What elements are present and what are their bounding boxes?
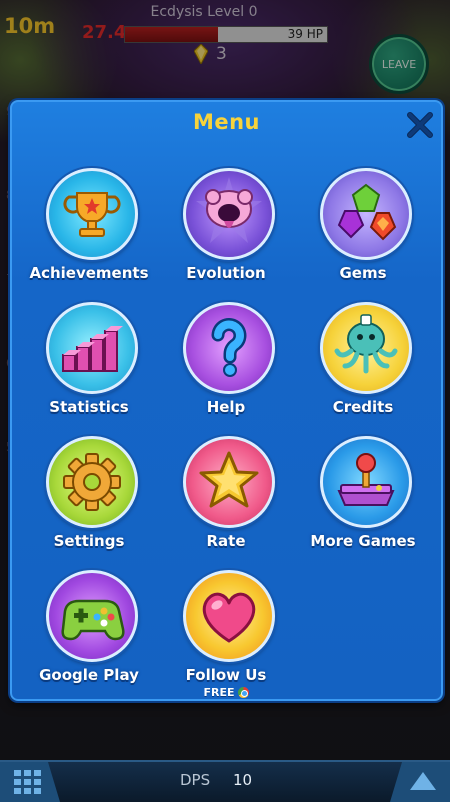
dps-value: 10: [233, 771, 253, 789]
menu-item-google-play[interactable]: Google Play: [24, 570, 154, 700]
bottom-bar: DPS 10: [0, 760, 450, 802]
joystick-icon: [337, 453, 395, 506]
heart-icon: [202, 592, 256, 643]
dps-label: DPS: [180, 771, 211, 789]
question-mark-icon: [211, 318, 247, 377]
free-label: FREE: [203, 686, 235, 699]
menu-item-gems[interactable]: Gems: [298, 168, 428, 298]
menu-item-label: More Games: [310, 532, 416, 550]
menu-item-more-games[interactable]: More Games: [298, 436, 428, 566]
menu-item-credits[interactable]: Credits: [298, 302, 428, 432]
menu-item-label: Follow Us: [185, 666, 267, 684]
menu-item-statistics[interactable]: Statistics: [24, 302, 154, 432]
chrome-icon: [237, 687, 249, 698]
triangle-up-icon: [410, 772, 436, 790]
creature-icon: [196, 177, 262, 243]
close-icon[interactable]: [405, 110, 435, 140]
grid-icon: [14, 770, 41, 794]
menu-item-label: Statistics: [49, 398, 129, 416]
octopus-icon: [334, 314, 398, 374]
menu-item-label: Help: [206, 398, 246, 416]
free-badge: FREE: [161, 686, 291, 699]
star-icon: [199, 451, 259, 508]
menu-item-follow-us[interactable]: Follow Us FREE: [161, 570, 291, 700]
grid-menu-button[interactable]: [0, 762, 60, 802]
expand-up-button[interactable]: [390, 762, 450, 802]
menu-panel: Menu Achievements Evolution Gems Statist…: [10, 100, 443, 701]
menu-item-label: Gems: [339, 264, 387, 282]
menu-item-label: Achievements: [29, 264, 149, 282]
gear-icon: [63, 453, 121, 511]
menu-item-label: Evolution: [186, 264, 266, 282]
gamepad-icon: [61, 599, 125, 641]
menu-item-achievements[interactable]: Achievements: [24, 168, 154, 298]
trophy-icon: [63, 192, 121, 237]
menu-item-evolution[interactable]: Evolution: [161, 168, 291, 298]
menu-item-label: Credits: [332, 398, 394, 416]
menu-item-label: Rate: [206, 532, 246, 550]
menu-item-help[interactable]: Help: [161, 302, 291, 432]
menu-title: Menu: [192, 110, 261, 134]
menu-item-settings[interactable]: Settings: [24, 436, 154, 566]
menu-item-label: Google Play: [39, 666, 139, 684]
gems-icon: [337, 183, 397, 241]
menu-item-label: Settings: [53, 532, 125, 550]
menu-item-rate[interactable]: Rate: [161, 436, 291, 566]
bar-chart-icon: [62, 326, 123, 372]
